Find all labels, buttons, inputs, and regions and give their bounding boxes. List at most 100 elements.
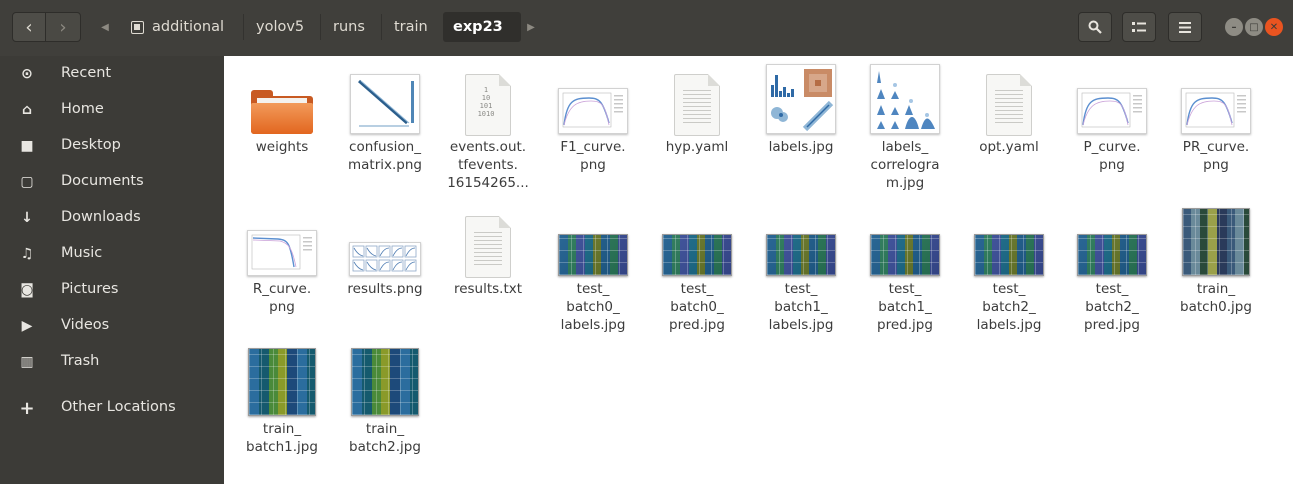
sidebar-item-recent[interactable]: ⊙ Recent xyxy=(0,56,224,92)
results-plot-thumbnail xyxy=(349,242,421,276)
file-item[interactable]: test_ batch1_ labels.jpg xyxy=(751,200,851,340)
view-toggle-icon xyxy=(1132,22,1146,32)
file-name: weights xyxy=(232,138,332,156)
view-toggle-button[interactable] xyxy=(1122,12,1156,42)
places-sidebar: ⊙ Recent ⌂ Home ■ Desktop ▢ Documents ↓ Downloads… xyxy=(0,56,224,484)
file-item[interactable]: results.txt xyxy=(438,200,538,340)
image-thumbnail xyxy=(1182,208,1250,276)
file-item[interactable]: train_ batch1.jpg xyxy=(232,340,332,480)
file-name-line: opt.yaml xyxy=(979,139,1039,155)
maximize-button[interactable]: □ xyxy=(1245,18,1263,36)
file-item[interactable]: weights xyxy=(232,58,332,198)
file-thumbnail xyxy=(335,340,435,420)
sidebar-item-videos[interactable]: ▶ Videos xyxy=(0,308,224,344)
file-item[interactable]: test_ batch0_ labels.jpg xyxy=(543,200,643,340)
file-item[interactable]: PR_curve. png xyxy=(1166,58,1266,198)
file-name: hyp.yaml xyxy=(647,138,747,156)
file-name: train_ batch2.jpg xyxy=(335,420,435,456)
file-name-line: test_ xyxy=(1095,281,1129,297)
file-name-line: 16154265... xyxy=(447,175,529,191)
home-icon: ⌂ xyxy=(21,102,33,118)
file-thumbnail xyxy=(647,58,747,138)
sidebar-item-other-locations[interactable]: + Other Locations xyxy=(0,390,224,426)
file-item[interactable]: train_ batch2.jpg xyxy=(335,340,435,480)
file-name-line: png xyxy=(1099,157,1125,173)
close-icon: ✕ xyxy=(1269,21,1279,33)
path-crumb-additional[interactable]: additional xyxy=(121,12,234,42)
file-thumbnail xyxy=(959,58,1059,138)
file-item[interactable]: test_ batch0_ pred.jpg xyxy=(647,200,747,340)
path-scroll-right-button[interactable]: ▶ xyxy=(523,12,539,42)
file-name-line: labels.jpg xyxy=(976,317,1042,333)
triangle-left-icon: ◀ xyxy=(101,21,109,33)
back-button[interactable]: ‹ xyxy=(12,12,46,42)
file-name-line: labels.jpg xyxy=(560,317,626,333)
file-name-line: P_curve. xyxy=(1083,139,1141,155)
path-crumb-runs[interactable]: runs xyxy=(323,12,375,42)
file-name-line: batch0.jpg xyxy=(1180,299,1252,315)
file-item[interactable]: results.png xyxy=(335,200,435,340)
sidebar-item-music[interactable]: ♫ Music xyxy=(0,236,224,272)
sidebar-item-downloads[interactable]: ↓ Downloads xyxy=(0,200,224,236)
file-thumbnail xyxy=(751,58,851,138)
file-item[interactable]: test_ batch2_ labels.jpg xyxy=(959,200,1059,340)
video-icon: ▶ xyxy=(21,318,33,334)
file-name: test_ batch2_ pred.jpg xyxy=(1062,280,1162,334)
file-thumbnail xyxy=(647,200,747,280)
recall-curve-thumbnail xyxy=(247,230,317,276)
file-item[interactable]: labels_ correlogra m.jpg xyxy=(855,58,955,198)
file-name-line: test_ xyxy=(784,281,818,297)
file-item[interactable]: P_curve.png xyxy=(1062,58,1162,198)
sidebar-item-trash[interactable]: ▥ Trash xyxy=(0,344,224,380)
sidebar-item-pictures[interactable]: ◙ Pictures xyxy=(0,272,224,308)
search-button[interactable] xyxy=(1078,12,1112,42)
file-name-line: PR_curve. xyxy=(1182,139,1250,155)
file-item[interactable]: F1_curve. png xyxy=(543,58,643,198)
search-icon xyxy=(1088,20,1102,34)
sidebar-item-documents[interactable]: ▢ Documents xyxy=(0,164,224,200)
file-name: test_ batch0_ pred.jpg xyxy=(647,280,747,334)
sidebar-item-home[interactable]: ⌂ Home xyxy=(0,92,224,128)
file-thumbnail xyxy=(1062,200,1162,280)
close-button[interactable]: ✕ xyxy=(1265,18,1283,36)
file-item[interactable]: train_ batch0.jpg xyxy=(1166,200,1266,340)
file-item[interactable]: test_ batch2_ pred.jpg xyxy=(1062,200,1162,340)
file-name-line: labels.jpg xyxy=(768,317,834,333)
file-item[interactable]: labels.jpg xyxy=(751,58,851,198)
path-crumb-train[interactable]: train xyxy=(384,12,438,42)
file-name: test_ batch1_ labels.jpg xyxy=(751,280,851,334)
file-name-line: batch1_ xyxy=(774,299,828,315)
sidebar-item-label: Home xyxy=(61,101,104,117)
image-thumbnail xyxy=(662,234,732,276)
file-name: PR_curve. png xyxy=(1166,138,1266,174)
minimize-button[interactable]: – xyxy=(1225,18,1243,36)
file-thumbnail xyxy=(751,200,851,280)
file-item[interactable]: 1 10 101 1010 events.out. tfevents. 16154265..… xyxy=(438,58,538,198)
curve-plot-thumbnail xyxy=(1181,88,1251,134)
path-scroll-left-button[interactable]: ◀ xyxy=(95,12,115,42)
file-item[interactable]: hyp.yaml xyxy=(647,58,747,198)
sidebar-item-desktop[interactable]: ■ Desktop xyxy=(0,128,224,164)
file-name-line: train_ xyxy=(365,421,405,437)
crumb-divider xyxy=(320,14,321,40)
file-name-line: correlogra xyxy=(870,157,940,173)
sidebar-item-label: Other Locations xyxy=(61,399,176,415)
file-name-line: hyp.yaml xyxy=(665,139,729,155)
file-name-line: tfevents. xyxy=(458,157,518,173)
file-item[interactable]: test_ batch1_ pred.jpg xyxy=(855,200,955,340)
path-crumb-exp23[interactable]: exp23 xyxy=(443,12,521,42)
sidebar-item-label: Recent xyxy=(61,65,112,81)
file-item[interactable]: R_curve. png xyxy=(232,200,332,340)
file-item[interactable]: confusion_ matrix.png xyxy=(335,58,435,198)
file-item[interactable]: opt.yaml xyxy=(959,58,1059,198)
forward-button[interactable]: › xyxy=(45,12,81,42)
path-crumb-label: yolov5 xyxy=(256,19,305,35)
text-file-icon xyxy=(465,216,511,278)
file-name-line: batch2.jpg xyxy=(349,439,421,455)
path-crumb-yolov5[interactable]: yolov5 xyxy=(246,12,314,42)
file-thumbnail xyxy=(335,58,435,138)
image-thumbnail xyxy=(558,234,628,276)
file-name-line: train_ xyxy=(262,421,302,437)
file-name-line: batch2_ xyxy=(1085,299,1139,315)
main-menu-button[interactable] xyxy=(1168,12,1202,42)
